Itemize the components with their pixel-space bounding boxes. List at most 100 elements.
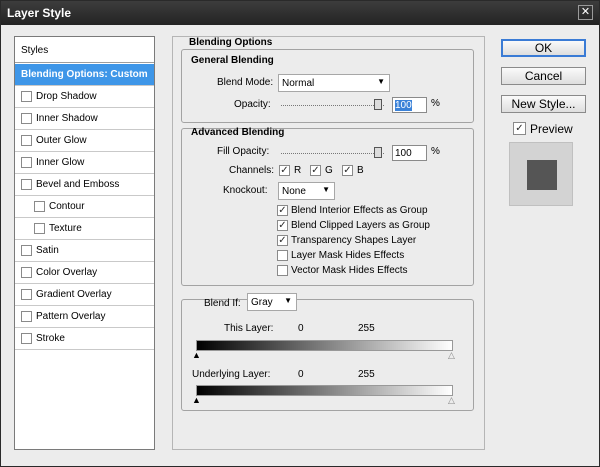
style-item-label: Outer Glow	[36, 135, 87, 146]
this-layer-gradient	[196, 340, 453, 351]
cancel-button[interactable]: Cancel	[501, 67, 586, 85]
blend-interior-label: Blend Interior Effects as Group	[291, 205, 428, 216]
knockout-value: None	[282, 186, 306, 197]
underlying-layer-black-marker[interactable]: ▲	[192, 395, 201, 405]
vector-mask-hides-checkbox[interactable]	[277, 265, 288, 276]
pattern-overlay-checkbox[interactable]	[21, 311, 32, 322]
style-item-label: Blending Options: Custom	[21, 69, 148, 80]
channel-b-label: B	[357, 165, 364, 176]
blend-clipped-label: Blend Clipped Layers as Group	[291, 220, 430, 231]
fill-opacity-input[interactable]: 100	[392, 145, 427, 161]
this-layer-max: 255	[358, 323, 375, 334]
channel-b-checkbox[interactable]: ✓	[342, 165, 353, 176]
blend-mode-dropdown[interactable]: Normal ▼	[278, 74, 390, 92]
style-item-pattern-overlay[interactable]: Pattern Overlay	[15, 306, 154, 328]
blending-options-title: Blending Options	[189, 37, 273, 48]
layer-mask-hides-label: Layer Mask Hides Effects	[291, 250, 405, 261]
style-item-outer-glow[interactable]: Outer Glow	[15, 130, 154, 152]
channel-r-checkbox[interactable]: ✓	[279, 165, 290, 176]
underlying-layer-min: 0	[298, 369, 304, 380]
style-item-label: Satin	[36, 245, 59, 256]
style-item-inner-shadow[interactable]: Inner Shadow	[15, 108, 154, 130]
style-item-label: Gradient Overlay	[36, 289, 112, 300]
layer-mask-hides-checkbox[interactable]	[277, 250, 288, 261]
style-item-bevel-and-emboss[interactable]: Bevel and Emboss	[15, 174, 154, 196]
drop-shadow-checkbox[interactable]	[21, 91, 32, 102]
blend-if-group: Blend If: Gray ▼ This Layer: 0 255 ▲ △ U…	[181, 293, 474, 411]
bevel-and-emboss-checkbox[interactable]	[21, 179, 32, 190]
style-item-label: Pattern Overlay	[36, 311, 106, 322]
style-preview-swatch	[527, 160, 557, 190]
this-layer-black-marker[interactable]: ▲	[192, 350, 201, 360]
blend-if-value: Gray	[251, 297, 273, 308]
inner-shadow-checkbox[interactable]	[21, 113, 32, 124]
fill-opacity-value: 100	[395, 148, 412, 159]
close-icon[interactable]: ✕	[578, 5, 593, 20]
blend-clipped-checkbox[interactable]: ✓	[277, 220, 288, 231]
satin-checkbox[interactable]	[21, 245, 32, 256]
contour-checkbox[interactable]	[34, 201, 45, 212]
underlying-layer-label: Underlying Layer:	[192, 369, 271, 380]
style-item-label: Inner Glow	[36, 157, 85, 168]
style-item-texture[interactable]: Texture	[15, 218, 154, 240]
style-item-label: Inner Shadow	[36, 113, 98, 124]
style-item-label: Drop Shadow	[36, 91, 97, 102]
channel-r-label: R	[294, 165, 302, 176]
stroke-checkbox[interactable]	[21, 333, 32, 344]
layer-style-dialog: Layer Style ✕ Styles Blending Options: C…	[0, 0, 600, 467]
new-style-button[interactable]: New Style...	[501, 95, 586, 113]
gradient-overlay-checkbox[interactable]	[21, 289, 32, 300]
underlying-layer-max: 255	[358, 369, 375, 380]
style-item-inner-glow[interactable]: Inner Glow	[15, 152, 154, 174]
vector-mask-hides-label: Vector Mask Hides Effects	[291, 265, 408, 276]
chevron-down-icon: ▼	[284, 296, 292, 305]
blend-mode-label: Blend Mode:	[217, 77, 274, 88]
chevron-down-icon: ▼	[377, 77, 385, 86]
style-item-contour[interactable]: Contour	[15, 196, 154, 218]
texture-checkbox[interactable]	[34, 223, 45, 234]
inner-glow-checkbox[interactable]	[21, 157, 32, 168]
style-item-blending-options[interactable]: Blending Options: Custom	[15, 64, 154, 86]
style-item-label: Stroke	[36, 333, 65, 344]
opacity-value: 100	[395, 100, 412, 111]
style-preview-thumbnail	[509, 142, 573, 206]
fill-opacity-label: Fill Opacity:	[217, 146, 270, 157]
style-item-gradient-overlay[interactable]: Gradient Overlay	[15, 284, 154, 306]
transparency-shapes-checkbox[interactable]: ✓	[277, 235, 288, 246]
style-item-label: Bevel and Emboss	[36, 179, 120, 190]
style-item-satin[interactable]: Satin	[15, 240, 154, 262]
this-layer-white-marker[interactable]: △	[448, 350, 455, 361]
preview-checkbox[interactable]: ✓	[513, 122, 526, 135]
style-item-label: Contour	[49, 201, 85, 212]
style-item-color-overlay[interactable]: Color Overlay	[15, 262, 154, 284]
opacity-slider-track[interactable]	[281, 105, 384, 106]
fill-opacity-slider-handle[interactable]	[374, 147, 382, 158]
opacity-slider-handle[interactable]	[374, 99, 382, 110]
ok-button[interactable]: OK	[501, 39, 586, 57]
preview-label: Preview	[530, 122, 573, 136]
opacity-input[interactable]: 100	[392, 97, 427, 113]
blending-options-panel: Blending Options General Blending Blend …	[172, 36, 485, 450]
channel-g-checkbox[interactable]: ✓	[310, 165, 321, 176]
color-overlay-checkbox[interactable]	[21, 267, 32, 278]
styles-header[interactable]: Styles	[15, 37, 154, 63]
advanced-blending-group: Advanced Blending Fill Opacity: 100 % Ch…	[181, 127, 474, 286]
underlying-layer-white-marker[interactable]: △	[448, 395, 455, 406]
style-item-stroke[interactable]: Stroke	[15, 328, 154, 350]
title-bar[interactable]: Layer Style ✕	[1, 1, 599, 25]
this-layer-label: This Layer:	[224, 323, 274, 334]
chevron-down-icon: ▼	[322, 185, 330, 194]
blend-if-dropdown[interactable]: Gray ▼	[247, 293, 297, 311]
opacity-unit: %	[431, 98, 440, 109]
channel-g-label: G	[325, 165, 333, 176]
style-item-label: Texture	[49, 223, 82, 234]
outer-glow-checkbox[interactable]	[21, 135, 32, 146]
style-item-drop-shadow[interactable]: Drop Shadow	[15, 86, 154, 108]
knockout-dropdown[interactable]: None ▼	[278, 182, 335, 200]
window-title: Layer Style	[7, 6, 72, 20]
blend-interior-checkbox[interactable]: ✓	[277, 205, 288, 216]
general-blending-title: General Blending	[191, 55, 274, 66]
this-layer-min: 0	[298, 323, 304, 334]
underlying-layer-gradient	[196, 385, 453, 396]
fill-opacity-slider-track[interactable]	[281, 153, 384, 154]
